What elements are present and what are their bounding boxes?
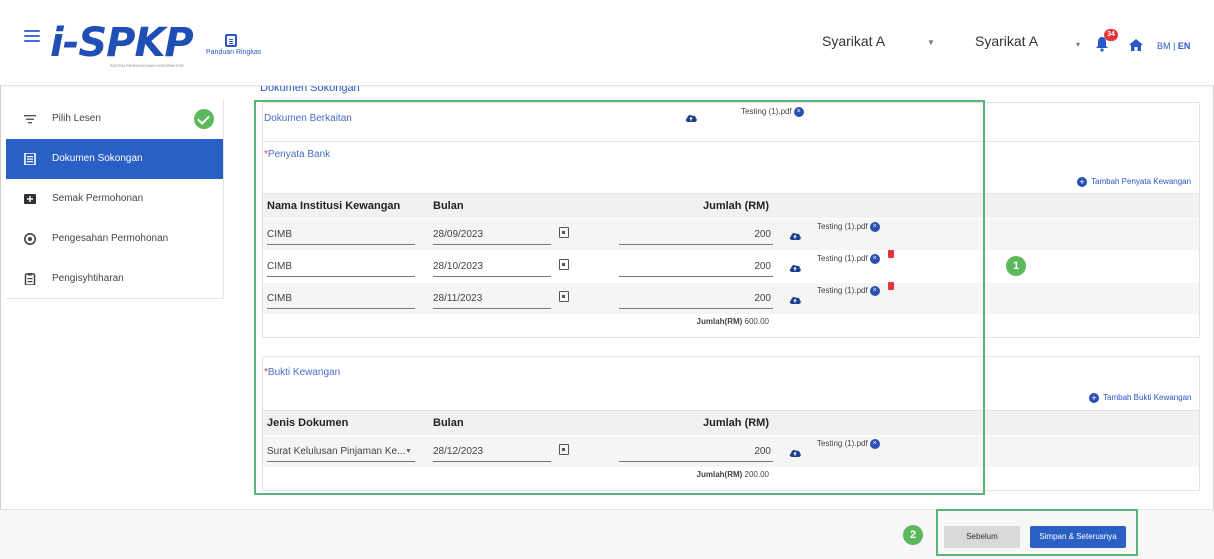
sidebar-item-semak-permohonan[interactable]: Semak Permohonan [6,179,223,219]
logo: i-SPKP SISTEM PERMOHONAN KONTRAKTOR [50,20,200,70]
top-header: i-SPKP SISTEM PERMOHONAN KONTRAKTOR Pand… [0,0,1214,86]
sidebar-item-pengesahan-permohonan[interactable]: Pengesahan Permohonan [6,219,223,259]
menu-icon[interactable] [24,30,40,42]
sidebar-item-label: Dokumen Sokongan [52,153,143,164]
filter-icon [24,115,36,124]
add-bukti-kewangan-link[interactable]: + Tambah Bukti Kewangan [1089,393,1192,403]
verify-icon [24,233,36,245]
company-name[interactable]: Syarikat A [975,33,1038,49]
logo-text: i-SPKP [50,20,194,66]
lang-separator: | [1173,41,1176,51]
add-bukti-label: Tambah Bukti Kewangan [1103,393,1192,403]
clipboard-icon [24,273,36,285]
lang-bm[interactable]: BM [1157,41,1171,51]
chevron-down-icon[interactable]: ▼ [927,38,935,47]
sidebar-item-label: Pengisyhtiharan [52,273,124,284]
lang-en[interactable]: EN [1178,41,1191,51]
sidebar-item-dokumen-sokongan[interactable]: Dokumen Sokongan [6,139,223,179]
language-switch: BM | EN [1157,41,1190,51]
home-icon[interactable] [1129,39,1143,51]
review-icon [24,194,36,204]
sidebar-item-pengisyhtiharan[interactable]: Pengisyhtiharan [6,259,223,299]
add-penyata-kewangan-link[interactable]: + Tambah Penyata Kewangan [1077,177,1191,187]
notification-badge: 34 [1104,29,1118,41]
sidebar-item-label: Semak Permohonan [52,193,144,204]
logo-subtitle: SISTEM PERMOHONAN KONTRAKTOR [110,63,184,68]
panduan-label: Panduan Ringkas [206,49,262,56]
add-penyata-label: Tambah Penyata Kewangan [1091,177,1192,187]
plus-icon: + [1089,393,1099,403]
company-select[interactable]: Syarikat A [822,33,885,49]
callout-badge-2: 2 [903,525,923,545]
save-next-button[interactable]: Simpan & Seterusnya [1030,526,1126,548]
callout-box-1 [254,100,985,495]
plus-icon: + [1077,177,1087,187]
sidebar-item-label: Pengesahan Permohonan [52,233,169,244]
section-heading: Dokumen Sokongan [260,86,360,94]
previous-button[interactable]: Sebelum [944,526,1020,548]
sidebar: Pilih Lesen Dokumen Sokongan Semak Permo… [6,99,224,299]
sidebar-item-label: Pilih Lesen [52,113,101,124]
check-icon [194,109,214,129]
chevron-down-icon[interactable]: ▾ [1076,40,1080,49]
guide-icon [225,34,237,47]
callout-badge-1: 1 [1006,256,1026,276]
document-icon [24,153,36,165]
panduan-ringkas-link[interactable]: Panduan Ringkas [206,34,262,56]
sidebar-item-pilih-lesen[interactable]: Pilih Lesen [6,99,223,139]
